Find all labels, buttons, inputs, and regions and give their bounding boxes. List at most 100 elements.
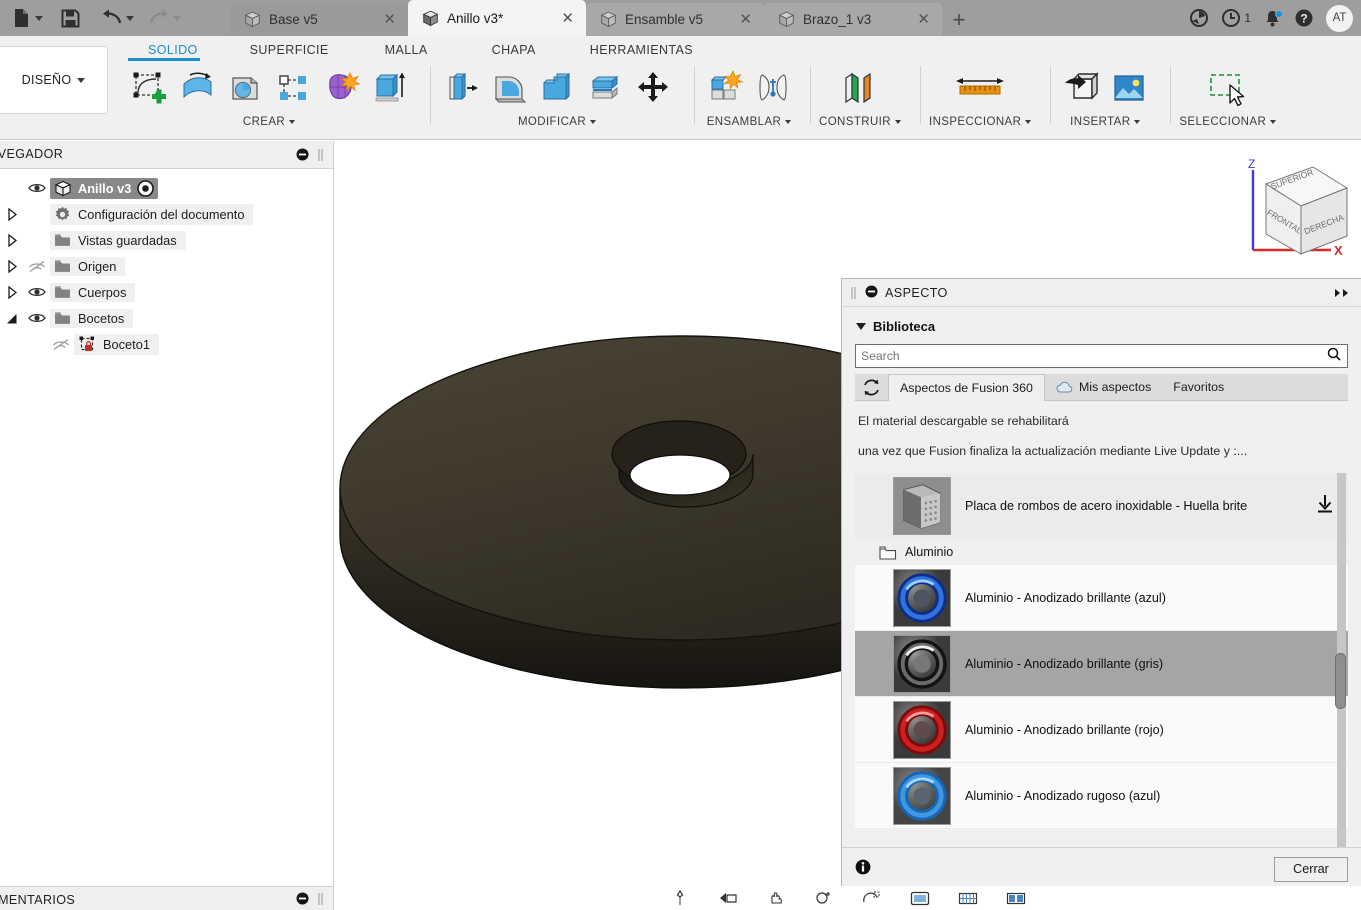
twisty-expanded-icon[interactable] [0, 312, 24, 325]
visibility-toggle-anillo[interactable] [24, 182, 50, 194]
joint-icon[interactable] [751, 64, 795, 112]
ribbon-panel-crear-label[interactable]: CREAR [243, 116, 296, 128]
tree-node[interactable]: Configuración del documento [50, 203, 254, 225]
tree-node[interactable]: Origen [50, 256, 126, 276]
close-button[interactable]: Cerrar [1274, 856, 1348, 882]
list-item-aluminio-anodizado-brillante-azul[interactable]: Aluminio - Anodizado brillante (azul) [855, 565, 1348, 632]
create-cylinder-icon[interactable] [223, 64, 267, 112]
list-item-aluminio-anodizado-brillante-gris[interactable]: Aluminio - Anodizado brillante (gris) [855, 631, 1348, 698]
material-list-scrollbar[interactable] [1335, 473, 1346, 847]
orbit-free-icon[interactable] [669, 889, 691, 907]
ribbon-tab-herramientas[interactable]: HERRAMIENTAS [566, 40, 715, 60]
create-sketch-icon[interactable] [127, 64, 171, 112]
measure-icon[interactable] [942, 64, 1018, 112]
tree-row-configuracion-del-documento[interactable]: Configuración del documento [0, 201, 333, 227]
undo-button[interactable] [99, 3, 125, 33]
insert-derive-icon[interactable] [1059, 64, 1103, 112]
search-input[interactable] [861, 349, 1327, 363]
help-button[interactable]: ? [1294, 8, 1314, 28]
grid-snap-icon[interactable] [957, 889, 979, 907]
redo-button[interactable] [146, 3, 172, 33]
fillet-icon[interactable] [487, 64, 531, 112]
refresh-button[interactable] [855, 374, 888, 400]
ribbon-tab-superficie[interactable]: SUPERFICIE [228, 40, 351, 60]
ribbon-panel-inspeccionar-label[interactable]: INSPECCIONAR [929, 116, 1032, 128]
close-icon[interactable]: ✕ [737, 12, 754, 27]
activate-target-icon[interactable] [137, 179, 155, 197]
job-status-button[interactable] [1189, 8, 1209, 28]
ribbon-panel-ensamblar-label[interactable]: ENSAMBLAR [707, 116, 792, 128]
insert-canvas-icon[interactable] [1107, 64, 1151, 112]
ribbon-panel-insertar-label[interactable]: INSERTAR [1070, 116, 1141, 128]
new-component-icon[interactable] [703, 64, 747, 112]
tree-row-anillo-v3[interactable]: Anillo v3 [0, 175, 333, 201]
tab-aspectos-de-fusion-360[interactable]: Aspectos de Fusion 360 [888, 374, 1045, 401]
move-copy-icon[interactable] [631, 64, 675, 112]
display-settings-icon[interactable] [909, 889, 931, 907]
create-form-icon[interactable] [175, 64, 219, 112]
document-tab-base-v5[interactable]: Base v5 ✕ [230, 3, 408, 36]
tree-row-bocetos[interactable]: Bocetos [0, 305, 333, 331]
shell-icon[interactable] [535, 64, 579, 112]
scrollbar-thumb[interactable] [1335, 653, 1346, 710]
notifications-button[interactable] [1263, 9, 1283, 28]
document-tab-anillo-v3[interactable]: Anillo v3* ✕ [408, 0, 586, 36]
library-section-toggle[interactable]: Biblioteca [855, 307, 1348, 344]
document-tab-brazo-1-v3[interactable]: Brazo_1 v3 ✕ [764, 3, 942, 36]
tree-node-root[interactable]: Anillo v3 [50, 177, 159, 199]
visibility-toggle-origen[interactable] [24, 260, 50, 273]
avatar[interactable]: AT [1326, 4, 1353, 32]
ribbon-tab-solido[interactable]: SOLIDO [118, 40, 228, 60]
twisty-collapsed-icon[interactable] [0, 233, 24, 247]
ribbon-tab-chapa[interactable]: CHAPA [462, 40, 566, 60]
grip-icon[interactable] [317, 892, 325, 906]
selection-window-icon[interactable] [1195, 64, 1261, 112]
grip-icon[interactable] [850, 286, 858, 300]
tree-row-boceto1[interactable]: Boceto1 [0, 331, 333, 357]
new-file-caret-icon[interactable] [35, 15, 43, 21]
close-icon[interactable]: ✕ [559, 11, 576, 26]
undo-caret-icon[interactable] [126, 15, 134, 21]
viewports-icon[interactable] [1005, 889, 1027, 907]
redo-caret-icon[interactable] [173, 15, 181, 21]
workspace-selector[interactable]: DISEÑO [0, 46, 108, 114]
list-item-aluminio-anodizado-brillante-rojo[interactable]: Aluminio - Anodizado brillante (rojo) [855, 697, 1348, 764]
close-icon[interactable]: ✕ [381, 12, 398, 27]
search-icon[interactable] [1327, 347, 1341, 366]
minus-circle-icon[interactable] [296, 892, 309, 908]
view-cube[interactable]: Z X SUPERIOR FRONTAL DERECHA [1235, 156, 1357, 274]
look-at-icon[interactable] [717, 889, 739, 907]
split-face-icon[interactable] [583, 64, 627, 112]
search-bar[interactable] [855, 344, 1348, 368]
create-extrude-icon[interactable] [367, 64, 411, 112]
tree-row-vistas-guardadas[interactable]: Vistas guardadas [0, 227, 333, 253]
tree-node[interactable]: Boceto1 [74, 333, 159, 355]
minus-circle-icon[interactable] [865, 285, 878, 301]
close-icon[interactable]: ✕ [915, 12, 932, 27]
new-document-tab-button[interactable]: + [942, 3, 976, 36]
ribbon-panel-modificar-label[interactable]: MODIFICAR [518, 116, 597, 128]
material-list[interactable]: Placa de rombos de acero inoxidable - Hu… [855, 473, 1348, 847]
visibility-toggle-bocetos[interactable] [24, 312, 50, 324]
tree-row-cuerpos[interactable]: Cuerpos [0, 279, 333, 305]
create-pattern-icon[interactable] [271, 64, 315, 112]
tree-node[interactable]: Vistas guardadas [50, 230, 186, 250]
new-file-button[interactable] [8, 3, 34, 33]
twisty-collapsed-icon[interactable] [0, 207, 24, 221]
twisty-collapsed-icon[interactable] [0, 259, 24, 273]
ribbon-panel-construir-label[interactable]: CONSTRUIR [819, 116, 901, 128]
version-history-button[interactable]: 1 [1221, 8, 1251, 28]
press-pull-icon[interactable] [439, 64, 483, 112]
save-button[interactable] [57, 3, 83, 33]
document-tab-ensamble-v5[interactable]: Ensamble v5 ✕ [586, 3, 764, 36]
create-sculpt-icon[interactable] [319, 64, 363, 112]
grip-icon[interactable] [317, 148, 325, 162]
tree-node[interactable]: Bocetos [50, 308, 134, 328]
zoom-window-icon[interactable] [861, 889, 883, 907]
double-chevron-right-icon[interactable] [1333, 287, 1353, 301]
tab-favoritos[interactable]: Favoritos [1162, 374, 1235, 400]
offset-plane-icon[interactable] [834, 64, 886, 112]
visibility-toggle-cuerpos[interactable] [24, 286, 50, 298]
visibility-toggle-boceto1[interactable] [48, 338, 74, 351]
tree-row-origen[interactable]: Origen [0, 253, 333, 279]
